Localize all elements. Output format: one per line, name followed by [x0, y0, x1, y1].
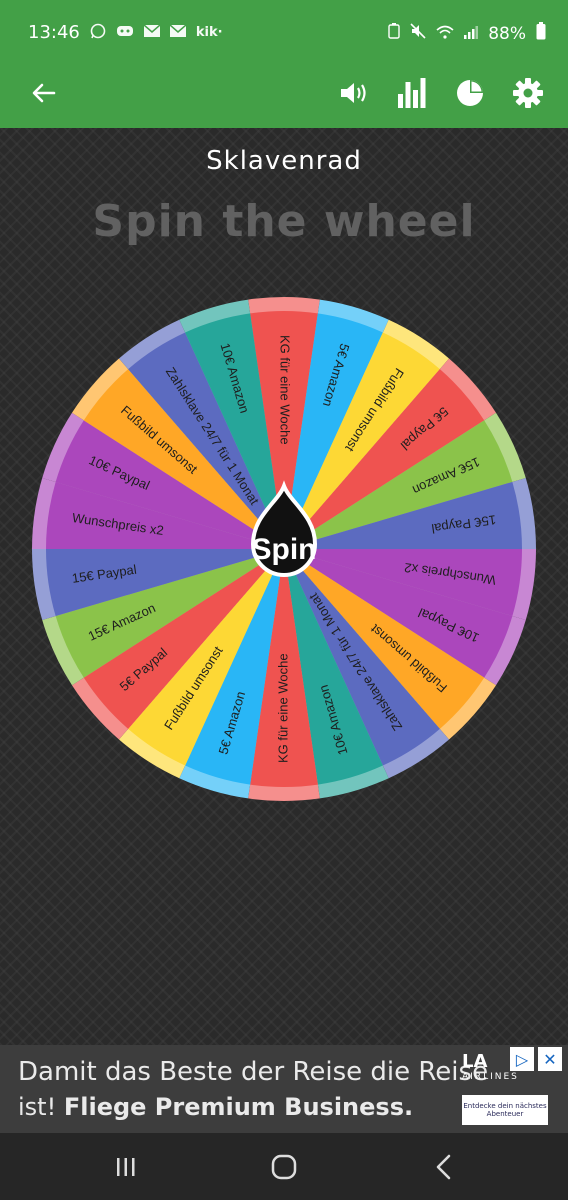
mail-icon [143, 23, 161, 41]
back-icon [436, 1154, 451, 1180]
ad-text-plain: ist! [18, 1093, 57, 1121]
ad-choices: ▷ ✕ [510, 1047, 562, 1071]
clock: 13:46 [28, 22, 80, 43]
ad-cta-button[interactable]: Entdecke dein nächstes Abenteuer [462, 1095, 548, 1125]
mail-icon [169, 23, 187, 41]
bar-chart-icon [398, 78, 426, 108]
wheel-name: Sklavenrad [206, 146, 362, 176]
battery-saver-icon [388, 23, 400, 44]
ad-banner[interactable]: Damit das Beste der Reise die Reise ist!… [0, 1045, 568, 1133]
volume-icon [341, 83, 366, 103]
ad-text-bold: Fliege Premium Business. [63, 1093, 414, 1121]
discord-icon [116, 24, 134, 42]
pie-chart-icon [457, 80, 483, 106]
wifi-icon [436, 24, 454, 44]
system-nav-bar [0, 1133, 568, 1200]
wheel-segment-label-11: KG für eine Woche [275, 653, 290, 763]
arrow-left-icon [32, 83, 56, 103]
signal-icon [464, 24, 479, 44]
home-icon [271, 1154, 297, 1180]
spin-wheel[interactable]: KG für eine Woche 5€ AmazonFußbild umsons… [32, 294, 536, 804]
back-button[interactable] [414, 1145, 474, 1189]
recent-apps-icon [117, 1158, 135, 1176]
results-button[interactable] [448, 71, 492, 115]
settings-icon [513, 78, 543, 108]
appbar-actions [332, 71, 550, 115]
ad-text-line1: Damit das Beste der Reise die Reise [18, 1057, 489, 1087]
battery-icon [536, 22, 546, 45]
ad-text-line2: ist! Fliege Premium Business. [18, 1093, 413, 1121]
spin-label: Spin [252, 533, 317, 566]
whatsapp-icon [90, 23, 106, 43]
stats-button[interactable] [390, 71, 434, 115]
ad-info-icon[interactable]: ▷ [510, 1047, 534, 1071]
status-right: 88% [388, 22, 546, 45]
recent-apps-button[interactable] [96, 1145, 156, 1189]
battery-percent: 88% [488, 23, 526, 44]
ad-close-icon[interactable]: ✕ [538, 1047, 562, 1071]
settings-button[interactable] [506, 71, 550, 115]
status-bar: 13:46 kik· 88% [0, 0, 568, 58]
mute-icon [410, 23, 426, 44]
spin-title: Spin the wheel [92, 196, 476, 247]
kik-icon: kik· [195, 25, 223, 40]
sound-button[interactable] [332, 71, 376, 115]
back-arrow-button[interactable] [22, 71, 66, 115]
home-button[interactable] [254, 1145, 314, 1189]
status-left: 13:46 kik· [28, 22, 223, 43]
ad-logo-sub: AIRLINES [462, 1072, 519, 1082]
ad-logo-text: LA [462, 1051, 488, 1072]
app-bar [0, 58, 568, 128]
wheel-segment-label-0: KG für eine Woche [278, 335, 293, 445]
